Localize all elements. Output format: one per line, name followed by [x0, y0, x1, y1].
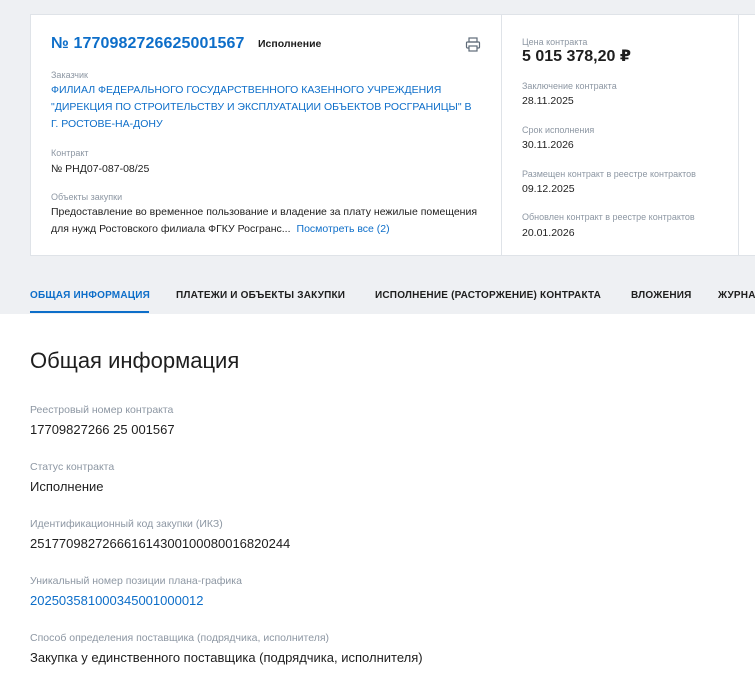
- general-info-section: Общая информация Реестровый номер контра…: [0, 314, 755, 674]
- price-value: 5 015 378,20 ₽: [522, 48, 631, 65]
- next-card-edge: [738, 14, 755, 256]
- contract-card: № 1770982726625001567 Исполнение Заказчи…: [30, 14, 502, 256]
- updated-value: 20.01.2026: [522, 227, 575, 239]
- contract-status-value: Исполнение: [30, 479, 104, 494]
- show-all-objects-link[interactable]: Посмотреть все (2): [297, 223, 390, 235]
- contract-value: № РНД07-087-08/25: [51, 163, 150, 175]
- term-value: 30.11.2026: [522, 139, 574, 151]
- registry-number-label: Реестровый номер контракта: [30, 404, 174, 416]
- tab-attachments[interactable]: ВЛОЖЕНИЯ: [631, 290, 692, 301]
- tab-bar: ОБЩАЯ ИНФОРМАЦИЯ ПЛАТЕЖИ И ОБЪЕКТЫ ЗАКУП…: [0, 282, 755, 314]
- tab-execution[interactable]: ИСПОЛНЕНИЕ (РАСТОРЖЕНИЕ) КОНТРАКТА: [375, 290, 601, 301]
- tab-payments[interactable]: ПЛАТЕЖИ И ОБЪЕКТЫ ЗАКУПКИ: [176, 290, 345, 301]
- conclusion-value: 28.11.2025: [522, 95, 574, 107]
- supplier-method-label: Способ определения поставщика (подрядчик…: [30, 632, 330, 644]
- customer-link[interactable]: ФИЛИАЛ ФЕДЕРАЛЬНОГО ГОСУДАРСТВЕННОГО КАЗ…: [51, 82, 481, 133]
- updated-label: Обновлен контракт в реестре контрактов: [522, 212, 695, 222]
- printer-icon[interactable]: [465, 37, 481, 52]
- contract-number-link[interactable]: № 1770982726625001567: [51, 35, 244, 53]
- status-badge: Исполнение: [258, 38, 322, 50]
- contract-status-label: Статус контракта: [30, 461, 115, 473]
- active-tab-indicator: [30, 311, 149, 313]
- ikz-value: 251770982726661614300100080016820244: [30, 536, 291, 551]
- plan-position-link[interactable]: 202503581000345001000012: [30, 593, 204, 608]
- tab-general-info[interactable]: ОБЩАЯ ИНФОРМАЦИЯ: [30, 290, 150, 301]
- supplier-method-value: Закупка у единственного поставщика (подр…: [30, 650, 423, 665]
- conclusion-label: Заключение контракта: [522, 81, 617, 91]
- plan-position-label: Уникальный номер позиции плана-графика: [30, 575, 242, 587]
- ikz-label: Идентификационный код закупки (ИКЗ): [30, 518, 223, 530]
- placed-label: Размещен контракт в реестре контрактов: [522, 169, 696, 179]
- objects-label: Объекты закупки: [51, 192, 123, 202]
- tab-journal[interactable]: ЖУРНА: [718, 290, 755, 301]
- contract-label: Контракт: [51, 148, 89, 158]
- page-title: Общая информация: [30, 348, 240, 373]
- customer-label: Заказчик: [51, 70, 88, 80]
- registry-number-value: 17709827266 25 001567: [30, 422, 175, 437]
- term-label: Срок исполнения: [522, 125, 595, 135]
- objects-text: Предоставление во временное пользование …: [51, 204, 491, 237]
- contract-summary-panel: Цена контракта 5 015 378,20 ₽ Заключение…: [501, 14, 739, 256]
- contract-header-area: № 1770982726625001567 Исполнение Заказчи…: [0, 0, 755, 314]
- objects-description: Предоставление во временное пользование …: [51, 206, 478, 235]
- placed-value: 09.12.2025: [522, 183, 575, 195]
